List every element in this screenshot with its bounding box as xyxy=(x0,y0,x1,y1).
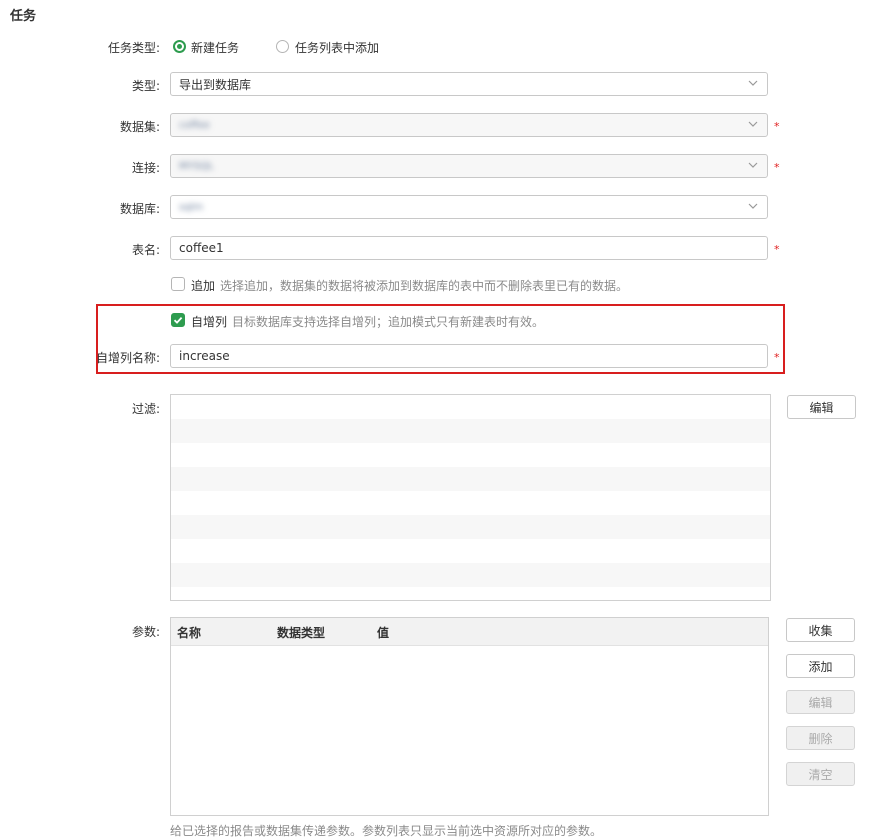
column-header-name: 名称 xyxy=(177,626,202,640)
delete-button[interactable]: 删除 xyxy=(786,726,855,750)
collect-button[interactable]: 收集 xyxy=(786,618,855,642)
table-name-required-mark: * xyxy=(774,243,780,256)
database-label: 数据库: xyxy=(119,202,160,216)
connection-select-value: MYSQL xyxy=(179,160,214,172)
chevron-down-icon xyxy=(748,80,758,86)
section-title: 任务 xyxy=(10,9,37,24)
table-name-input[interactable]: coffee1 xyxy=(170,236,768,260)
auto-increment-name-label: 自增列名称: xyxy=(95,351,160,365)
chevron-down-icon xyxy=(748,162,758,168)
filter-textarea[interactable] xyxy=(170,394,771,601)
filter-stripe xyxy=(171,563,770,587)
append-label[interactable]: 追加 xyxy=(191,277,215,294)
radio-new-task[interactable] xyxy=(173,40,186,53)
radio-new-task-label[interactable]: 新建任务 xyxy=(191,39,239,56)
type-select[interactable]: 导出到数据库 xyxy=(170,72,768,96)
filter-stripe xyxy=(171,419,770,443)
radio-add-from-task-list[interactable] xyxy=(276,40,289,53)
column-header-value: 值 xyxy=(377,626,390,640)
radio-add-from-task-list-label[interactable]: 任务列表中添加 xyxy=(295,39,379,56)
filter-stripe xyxy=(171,467,770,491)
auto-increment-name-required-mark: * xyxy=(774,351,780,364)
filter-label: 过滤: xyxy=(131,402,160,416)
filter-edit-button[interactable]: 编辑 xyxy=(787,395,856,419)
dataset-select[interactable]: coffee xyxy=(170,113,768,137)
dataset-label: 数据集: xyxy=(119,120,160,134)
column-header-data-type: 数据类型 xyxy=(277,626,326,640)
table-name-label: 表名: xyxy=(131,243,160,257)
auto-increment-checkbox[interactable] xyxy=(171,313,185,327)
auto-increment-label[interactable]: 自增列 xyxy=(191,313,227,330)
check-icon xyxy=(173,316,183,324)
auto-increment-hint: 目标数据库支持选择自增列；追加模式只有新建表时有效。 xyxy=(232,315,545,329)
dataset-required-mark: * xyxy=(774,120,780,133)
dataset-select-value: coffee xyxy=(179,119,210,131)
task-type-label: 任务类型: xyxy=(107,41,160,55)
append-checkbox[interactable] xyxy=(171,277,185,291)
params-footnote: 给已选择的报告或数据集传递参数。参数列表只显示当前选中资源所对应的参数。 xyxy=(170,824,603,838)
connection-label: 连接: xyxy=(131,161,160,175)
database-select[interactable]: sqlm xyxy=(170,195,768,219)
params-table[interactable]: 名称 数据类型 值 xyxy=(170,617,769,816)
type-select-value: 导出到数据库 xyxy=(179,77,252,92)
connection-required-mark: * xyxy=(774,161,780,174)
filter-stripe xyxy=(171,515,770,539)
chevron-down-icon xyxy=(748,121,758,127)
connection-select[interactable]: MYSQL xyxy=(170,154,768,178)
auto-increment-name-input[interactable]: increase xyxy=(170,344,768,368)
clear-button[interactable]: 清空 xyxy=(786,762,855,786)
database-select-value: sqlm xyxy=(179,201,204,213)
params-label: 参数: xyxy=(131,625,160,639)
params-table-header: 名称 数据类型 值 xyxy=(171,618,768,646)
add-button[interactable]: 添加 xyxy=(786,654,855,678)
chevron-down-icon xyxy=(748,203,758,209)
edit-param-button[interactable]: 编辑 xyxy=(786,690,855,714)
type-label: 类型: xyxy=(131,79,160,93)
append-hint: 选择追加，数据集的数据将被添加到数据库的表中而不删除表里已有的数据。 xyxy=(220,279,629,293)
